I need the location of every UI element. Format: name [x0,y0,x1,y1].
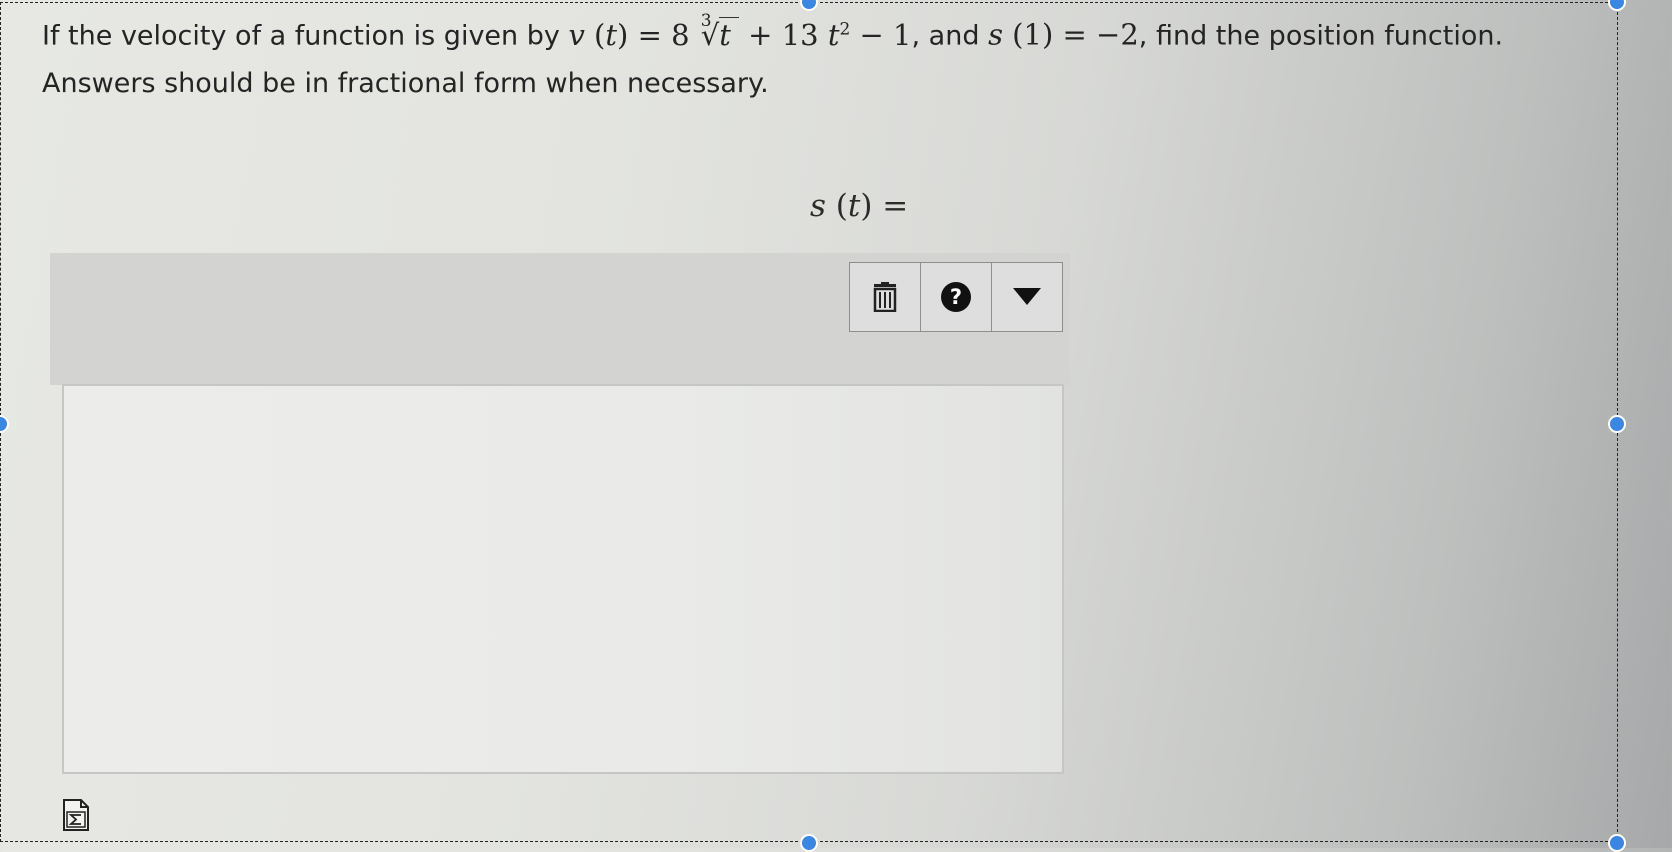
initial-argument: 1 [1023,17,1042,52]
velocity-variable: t [605,17,618,52]
trash-icon [873,282,897,312]
help-button[interactable]: ? [921,263,992,331]
question-line-2: Answers should be in fractional form whe… [42,67,769,99]
resize-handle-middle-left[interactable] [0,415,9,433]
answer-function-name: s [810,188,826,224]
root-index: 3 [700,10,712,31]
equation-editor-icon[interactable] [62,798,90,832]
question-ending: , find the position function. [1138,20,1504,52]
clear-button[interactable] [850,263,921,331]
initial-equals: = [1062,17,1087,52]
answer-equals: = [882,188,909,224]
help-icon: ? [941,282,971,312]
initial-value: −2 [1096,17,1139,52]
dropdown-button[interactable] [992,263,1062,331]
plus-sign: + [748,17,773,52]
question-intro: If the velocity of a function is given b… [42,20,560,52]
initial-condition: s (1) = −2 [988,17,1139,52]
answer-label: s (t) = [810,188,909,224]
squared-variable: t [827,17,840,52]
velocity-equation: v (t) = 8 3 √t + 13 t2 − 1 [568,11,912,52]
velocity-coefficient-1: 8 [671,17,690,52]
cube-root: 3 √t [699,11,739,59]
velocity-equals: = [637,17,662,52]
resize-handle-bottom-right[interactable] [1608,834,1626,852]
velocity-function-name: v [568,17,585,52]
question-line-1: If the velocity of a function is given b… [42,6,1642,60]
velocity-coefficient-2: 13 [781,17,819,52]
exponent: 2 [839,19,851,39]
position-function-name: s [988,17,1003,52]
minus-sign: − [859,17,884,52]
resize-handle-bottom-center[interactable] [800,834,818,852]
answer-input[interactable] [62,384,1064,774]
chevron-down-icon [1013,288,1041,305]
question-and: , and [911,20,980,52]
answer-variable: t [847,188,861,224]
resize-handle-middle-right[interactable] [1608,415,1626,433]
root-radicand: t [719,17,731,52]
question-text: If the velocity of a function is given b… [42,6,1642,107]
velocity-constant: 1 [893,17,912,52]
toolbar-button-group: ? [849,262,1063,332]
